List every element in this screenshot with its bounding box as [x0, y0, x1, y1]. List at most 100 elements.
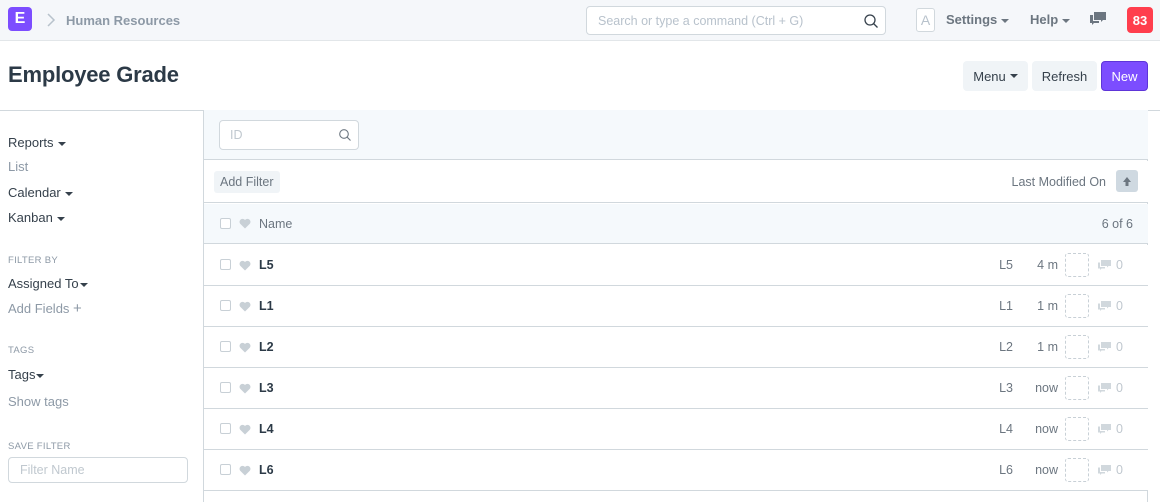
row-grade-code: L1 [999, 299, 1013, 313]
heart-icon[interactable] [239, 383, 251, 394]
filter-name-input[interactable]: Filter Name [8, 457, 188, 483]
row-checkbox[interactable] [220, 423, 231, 434]
assigned-to-dropdown[interactable]: Assigned To [8, 276, 88, 291]
comment-icon [1098, 342, 1111, 352]
id-filter-input[interactable]: ID [219, 120, 359, 150]
sidebar-list[interactable]: List [8, 159, 28, 174]
row-grade-code: L2 [999, 340, 1013, 354]
list-view: ID Add Filter Last Modified On Name 6 of… [203, 110, 1148, 502]
row-name[interactable]: L4 [259, 422, 274, 436]
sidebar-reports-label: Reports [8, 135, 54, 150]
caret-down-icon [1009, 74, 1018, 78]
row-modified-time: now [1035, 463, 1058, 477]
row-modified-time: 1 m [1037, 340, 1058, 354]
caret-down-icon [64, 191, 73, 196]
row-checkbox[interactable] [220, 464, 231, 475]
assign-avatar-placeholder[interactable] [1065, 294, 1089, 318]
tags-label: Tags [8, 367, 36, 382]
menu-button[interactable]: Menu [963, 61, 1028, 91]
list-row[interactable]: L2 L2 1 m 0 [204, 327, 1148, 368]
heart-icon[interactable] [239, 465, 251, 476]
save-filter-heading: SAVE FILTER [8, 441, 71, 452]
row-grade-code: L6 [999, 463, 1013, 477]
caret-down-icon [79, 282, 88, 287]
breadcrumb-human-resources[interactable]: Human Resources [66, 13, 180, 28]
list-row[interactable]: L5 L5 4 m 0 [204, 245, 1148, 286]
caret-down-icon [1062, 18, 1071, 23]
heart-icon[interactable] [239, 260, 251, 271]
assigned-to-label: Assigned To [8, 276, 79, 291]
row-grade-code: L4 [999, 422, 1013, 436]
comment-icon [1098, 424, 1111, 434]
heart-icon[interactable] [239, 342, 251, 353]
user-avatar[interactable]: A [916, 8, 935, 32]
assign-avatar-placeholder[interactable] [1065, 253, 1089, 277]
standard-filter-area: ID [204, 110, 1148, 160]
row-modified-time: 4 m [1037, 258, 1058, 272]
row-comment-count: 0 [1116, 299, 1123, 313]
row-name[interactable]: L2 [259, 340, 274, 354]
heart-icon[interactable] [239, 424, 251, 435]
notification-badge[interactable]: 83 [1127, 7, 1153, 33]
row-comment-count: 0 [1116, 258, 1123, 272]
sidebar-reports[interactable]: Reports [8, 135, 66, 150]
filter-name-placeholder: Filter Name [20, 463, 85, 477]
add-filter-button[interactable]: Add Filter [214, 171, 280, 193]
search-icon [339, 129, 351, 141]
sidebar-calendar[interactable]: Calendar [8, 185, 73, 200]
row-comment-count: 0 [1116, 463, 1123, 477]
row-grade-code: L5 [999, 258, 1013, 272]
record-count: 6 of 6 [1101, 217, 1133, 231]
help-dropdown[interactable]: Help [1030, 12, 1071, 27]
row-name[interactable]: L1 [259, 299, 274, 313]
show-tags-link[interactable]: Show tags [8, 394, 69, 409]
settings-dropdown[interactable]: Settings [946, 12, 1010, 27]
row-name[interactable]: L3 [259, 381, 274, 395]
list-row[interactable]: L6 L6 now 0 [204, 450, 1148, 491]
assign-avatar-placeholder[interactable] [1065, 458, 1089, 482]
search-icon [864, 14, 878, 28]
app-logo[interactable]: E [8, 7, 32, 31]
chevron-right-icon [47, 13, 56, 27]
comment-icon [1098, 260, 1111, 270]
sort-order-button[interactable] [1116, 170, 1138, 192]
assign-avatar-placeholder[interactable] [1065, 417, 1089, 441]
row-name[interactable]: L6 [259, 463, 274, 477]
sidebar-kanban[interactable]: Kanban [8, 210, 65, 225]
search-input[interactable]: Search or type a command (Ctrl + G) [586, 6, 886, 35]
sidebar-kanban-label: Kanban [8, 210, 53, 225]
list-row[interactable]: L3 L3 now 0 [204, 368, 1148, 409]
list-row[interactable]: L4 L4 now 0 [204, 409, 1148, 450]
heart-icon[interactable] [239, 301, 251, 312]
row-checkbox[interactable] [220, 300, 231, 311]
arrow-up-icon [1123, 176, 1131, 186]
row-comment-count: 0 [1116, 381, 1123, 395]
list-row[interactable]: L1 L1 1 m 0 [204, 286, 1148, 327]
assign-avatar-placeholder[interactable] [1065, 335, 1089, 359]
new-button[interactable]: New [1101, 61, 1148, 91]
chat-icon[interactable] [1089, 11, 1107, 27]
page-title: Employee Grade [8, 62, 179, 87]
select-all-checkbox[interactable] [220, 218, 231, 229]
assign-avatar-placeholder[interactable] [1065, 376, 1089, 400]
sort-by-selector[interactable]: Last Modified On [1012, 175, 1107, 189]
row-name[interactable]: L5 [259, 258, 274, 272]
plus-icon: + [73, 300, 82, 317]
row-modified-time: 1 m [1037, 299, 1058, 313]
list-header: Name 6 of 6 [204, 204, 1148, 244]
search-placeholder: Search or type a command (Ctrl + G) [598, 14, 804, 28]
row-grade-code: L3 [999, 381, 1013, 395]
row-comment-count: 0 [1116, 340, 1123, 354]
add-fields-button[interactable]: Add Fields + [8, 300, 82, 317]
row-checkbox[interactable] [220, 259, 231, 270]
row-checkbox[interactable] [220, 382, 231, 393]
sort-bar: Add Filter Last Modified On [204, 161, 1148, 203]
settings-label: Settings [946, 12, 998, 27]
row-comment-count: 0 [1116, 422, 1123, 436]
heart-icon[interactable] [239, 218, 251, 229]
row-modified-time: now [1035, 381, 1058, 395]
tags-heading: TAGS [8, 345, 35, 356]
row-checkbox[interactable] [220, 341, 231, 352]
refresh-button[interactable]: Refresh [1032, 61, 1097, 91]
tags-dropdown[interactable]: Tags [8, 367, 45, 382]
